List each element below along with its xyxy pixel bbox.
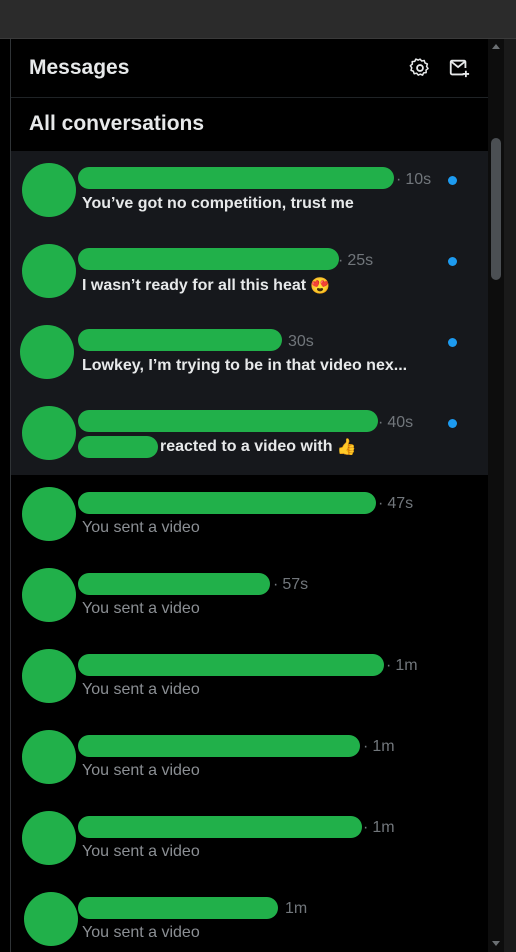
message-preview-text: reacted to a video with bbox=[160, 438, 333, 456]
conversation-item[interactable]: · 1m You sent a video bbox=[11, 718, 488, 799]
messages-header: Messages bbox=[11, 39, 488, 98]
message-preview: I wasn’t ready for all this heat 😍 bbox=[82, 276, 330, 296]
timestamp-value: 30s bbox=[288, 333, 314, 350]
avatar bbox=[20, 325, 74, 379]
timestamp-value: 25s bbox=[347, 252, 374, 269]
scrollbar[interactable] bbox=[488, 39, 504, 952]
timestamp: · 47s bbox=[378, 495, 414, 512]
avatar bbox=[22, 649, 76, 703]
avatar bbox=[22, 811, 76, 865]
timestamp-value: 57s bbox=[282, 576, 309, 593]
avatar bbox=[22, 487, 76, 541]
redacted-name bbox=[78, 410, 378, 432]
scroll-up-arrow-icon[interactable] bbox=[492, 44, 500, 49]
message-preview: You sent a video bbox=[82, 600, 200, 617]
thumbs-up-emoji-icon: 👍 bbox=[336, 439, 357, 456]
redacted-name bbox=[78, 248, 339, 270]
timestamp: 1m bbox=[285, 900, 307, 918]
message-preview: Lowkey, I’m trying to be in that video n… bbox=[82, 357, 408, 374]
timestamp-value: 10s bbox=[405, 171, 432, 188]
conversation-item[interactable]: · 1m You sent a video bbox=[11, 637, 488, 718]
redacted-name bbox=[78, 167, 394, 189]
page-edge bbox=[504, 39, 516, 952]
conversation-item[interactable]: · 1m You sent a video bbox=[11, 799, 488, 880]
timestamp: · 1m bbox=[386, 657, 418, 674]
conversation-item[interactable]: · 25s I wasn’t ready for all this heat 😍 bbox=[11, 232, 488, 313]
browser-top-bar bbox=[0, 0, 516, 38]
timestamp: · 40s bbox=[378, 414, 414, 431]
conversation-list: · 10s You’ve got no competition, trust me… bbox=[11, 151, 488, 952]
conversation-item[interactable]: 1m You sent a video bbox=[11, 880, 488, 952]
redacted-name bbox=[78, 329, 282, 351]
heart-eyes-emoji-icon: 😍 bbox=[310, 278, 330, 295]
avatar bbox=[24, 892, 78, 946]
timestamp: · 1m bbox=[363, 738, 395, 755]
avatar bbox=[22, 568, 76, 622]
redacted-name bbox=[78, 735, 360, 757]
timestamp: 30s bbox=[288, 333, 314, 351]
timestamp: · 10s bbox=[396, 171, 432, 188]
section-title: All conversations bbox=[29, 112, 205, 135]
page-title: Messages bbox=[29, 56, 130, 79]
timestamp-value: 40s bbox=[387, 414, 414, 431]
avatar bbox=[22, 163, 76, 217]
unread-dot bbox=[448, 176, 457, 185]
conversation-item[interactable]: · 40s reacted to a video with 👍 bbox=[11, 394, 488, 475]
redacted-name bbox=[78, 816, 362, 838]
message-preview: You sent a video bbox=[82, 519, 200, 536]
redacted-name bbox=[78, 654, 384, 676]
redacted-name bbox=[78, 897, 278, 919]
unread-dot bbox=[448, 338, 457, 347]
message-preview: You sent a video bbox=[82, 924, 200, 941]
scroll-down-arrow-icon[interactable] bbox=[492, 941, 500, 946]
timestamp-value: 1m bbox=[372, 738, 395, 755]
compose-message-icon[interactable] bbox=[448, 57, 470, 79]
timestamp-value: 1m bbox=[372, 819, 395, 836]
timestamp: · 1m bbox=[363, 819, 395, 836]
unread-dot bbox=[448, 257, 457, 266]
conversation-item[interactable]: · 57s You sent a video bbox=[11, 556, 488, 637]
timestamp: · 57s bbox=[273, 576, 309, 593]
conversation-item[interactable]: · 47s You sent a video bbox=[11, 475, 488, 556]
message-preview: You sent a video bbox=[82, 762, 200, 779]
message-preview: You sent a video bbox=[82, 843, 200, 860]
avatar bbox=[22, 730, 76, 784]
redacted-name bbox=[78, 492, 376, 514]
avatar bbox=[22, 244, 76, 298]
unread-dot bbox=[448, 419, 457, 428]
scrollbar-thumb[interactable] bbox=[491, 138, 501, 280]
timestamp-value: 1m bbox=[395, 657, 418, 674]
redacted-name bbox=[78, 573, 270, 595]
conversation-item[interactable]: 30s Lowkey, I’m trying to be in that vid… bbox=[11, 313, 488, 394]
timestamp: · 25s bbox=[338, 252, 374, 269]
message-preview-text: I wasn’t ready for all this heat bbox=[82, 277, 307, 295]
message-preview: You sent a video bbox=[82, 681, 200, 698]
redacted-name bbox=[78, 436, 158, 458]
conversation-item[interactable]: · 10s You’ve got no competition, trust me bbox=[11, 151, 488, 232]
messages-drawer: Messages All conversations · 10s You’ve g… bbox=[11, 39, 488, 952]
timestamp-value: 1m bbox=[285, 900, 308, 917]
avatar bbox=[22, 406, 76, 460]
timestamp-value: 47s bbox=[387, 495, 414, 512]
message-preview: You’ve got no competition, trust me bbox=[82, 195, 354, 212]
gear-icon[interactable] bbox=[409, 57, 431, 79]
message-preview: reacted to a video with 👍 bbox=[78, 436, 357, 458]
